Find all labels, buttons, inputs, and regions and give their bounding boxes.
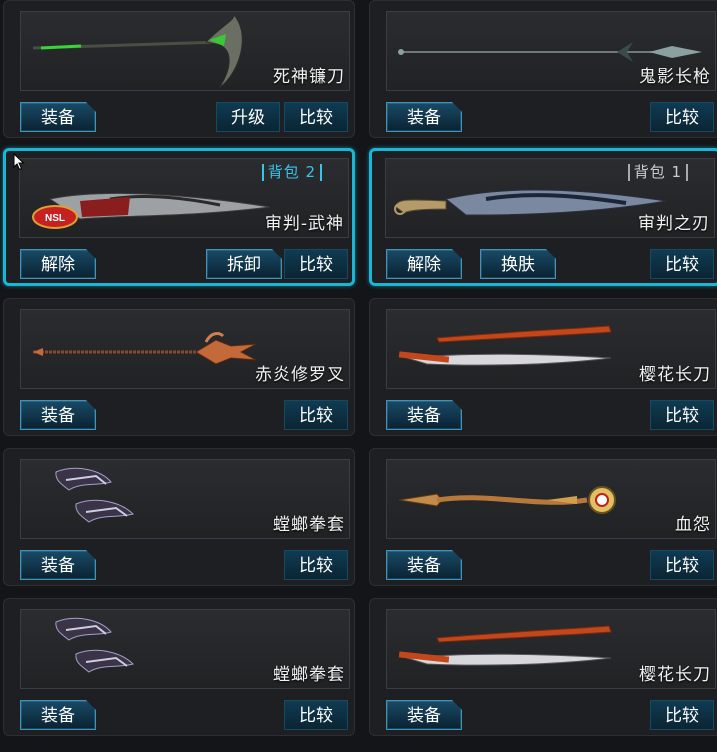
weapon-action-button[interactable]: 比较 (650, 400, 714, 430)
weapon-showcase: 螳螂拳套 (20, 459, 350, 539)
weapon-action-button[interactable]: 解除 (386, 249, 462, 279)
weapon-action-button[interactable]: 比较 (650, 700, 714, 730)
weapon-showcase: 樱花长刀 (386, 309, 716, 389)
weapon-action-button[interactable]: 比较 (650, 249, 714, 279)
weapon-action-button[interactable]: 比较 (284, 102, 348, 132)
bag-slot-tag: 背包 1 (627, 164, 688, 181)
weapon-card[interactable]: 螳螂拳套装备 比较 (3, 448, 355, 586)
weapon-action-button[interactable]: 解除 (20, 249, 96, 279)
weapon-name: 螳螂拳套 (273, 515, 345, 535)
mouse-cursor-icon (13, 153, 25, 171)
weapon-action-button[interactable]: 比较 (650, 102, 714, 132)
weapon-card[interactable]: NSL 审判-武神 背包 2 解除 拆卸 比较 (3, 148, 355, 286)
weapon-name: 鬼影长枪 (639, 67, 711, 87)
weapon-card[interactable]: 螳螂拳套装备 比较 (3, 598, 355, 736)
weapon-name: 樱花长刀 (639, 365, 711, 385)
svg-text:NSL: NSL (45, 213, 65, 224)
weapon-action-button[interactable]: 装备 (386, 550, 462, 580)
weapon-card[interactable]: 鬼影长枪装备 比较 (369, 0, 717, 138)
weapon-showcase: 血怨 (386, 459, 716, 539)
weapon-action-button[interactable]: 比较 (284, 700, 348, 730)
weapon-card[interactable]: 樱花长刀装备 比较 (369, 298, 717, 436)
weapon-action-button[interactable]: 拆卸 (206, 249, 282, 279)
weapon-card[interactable]: 樱花长刀装备 比较 (369, 598, 717, 736)
weapon-card[interactable]: 血怨装备 比较 (369, 448, 717, 586)
weapon-showcase: NSL 审判-武神 背包 2 (19, 158, 349, 238)
weapon-action-button[interactable]: 换肤 (480, 249, 556, 279)
weapon-action-button[interactable]: 装备 (20, 550, 96, 580)
weapon-showcase: 螳螂拳套 (20, 609, 350, 689)
weapon-card[interactable]: 审判之刃 背包 1 解除 换肤 比较 (369, 148, 717, 286)
weapon-action-button[interactable]: 装备 (386, 700, 462, 730)
weapon-name: 血怨 (675, 515, 711, 535)
weapon-action-button[interactable]: 装备 (20, 700, 96, 730)
weapon-showcase: 樱花长刀 (386, 609, 716, 689)
weapon-name: 赤炎修罗叉 (255, 365, 345, 385)
weapon-name: 审判-武神 (264, 214, 344, 234)
weapon-showcase: 死神镰刀 (20, 11, 350, 91)
weapon-name: 螳螂拳套 (273, 665, 345, 685)
weapon-action-button[interactable]: 比较 (650, 550, 714, 580)
weapon-name: 死神镰刀 (273, 67, 345, 87)
weapon-card[interactable]: 死神镰刀装备 升级 比较 (3, 0, 355, 138)
weapon-action-button[interactable]: 升级 (216, 102, 280, 132)
weapon-action-button[interactable]: 装备 (20, 400, 96, 430)
weapon-showcase: 审判之刃 背包 1 (385, 158, 715, 238)
weapon-showcase: 鬼影长枪 (386, 11, 716, 91)
weapon-showcase: 赤炎修罗叉 (20, 309, 350, 389)
weapon-action-button[interactable]: 装备 (386, 400, 462, 430)
weapon-name: 樱花长刀 (639, 665, 711, 685)
weapon-name: 审判之刃 (638, 214, 710, 234)
weapon-action-button[interactable]: 比较 (284, 400, 348, 430)
bag-slot-tag: 背包 2 (261, 164, 322, 181)
weapon-card[interactable]: 赤炎修罗叉装备 比较 (3, 298, 355, 436)
weapon-action-button[interactable]: 装备 (20, 102, 96, 132)
weapon-action-button[interactable]: 装备 (386, 102, 462, 132)
staff-icon (398, 486, 616, 514)
weapon-action-button[interactable]: 比较 (284, 249, 348, 279)
weapon-action-button[interactable]: 比较 (284, 550, 348, 580)
